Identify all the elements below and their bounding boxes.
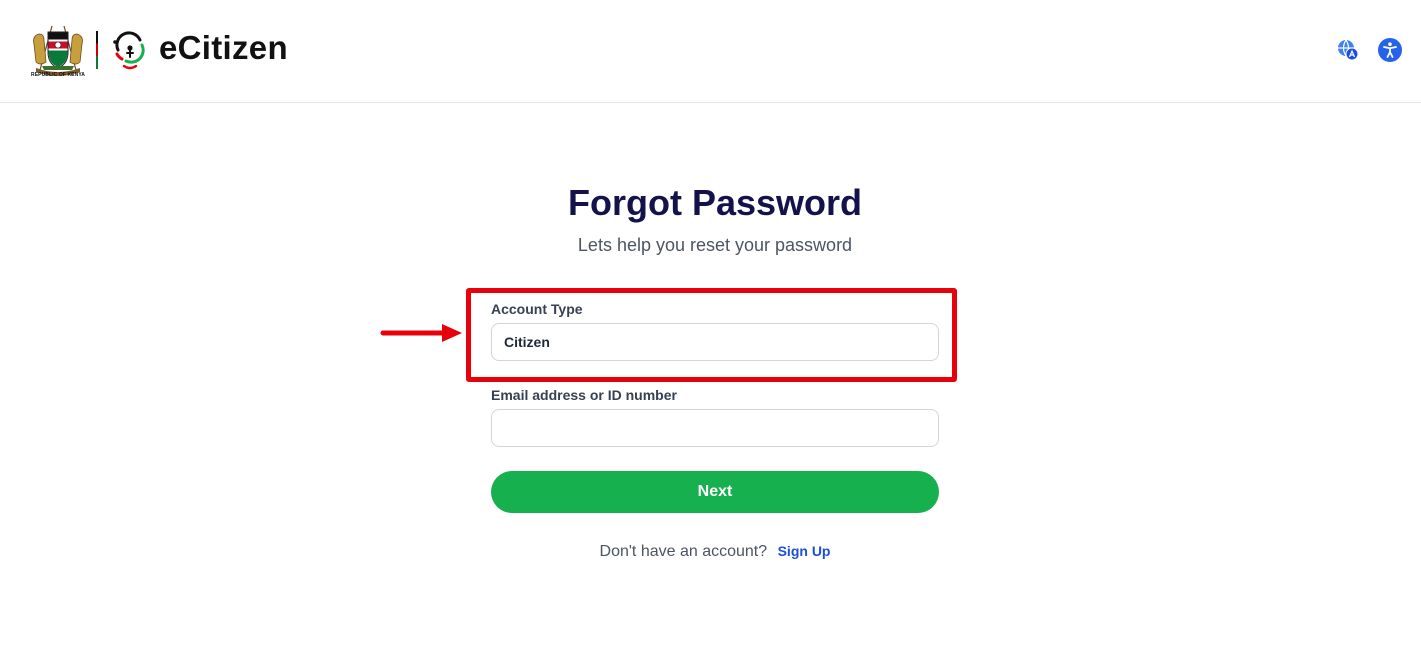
- page-subtitle: Lets help you reset your password: [577, 235, 853, 255]
- account-type-value: Citizen: [504, 334, 550, 350]
- brand-name: eCitizen: [159, 29, 288, 66]
- account-type-label: Account Type: [491, 301, 583, 317]
- email-field-label: Email address or ID number: [491, 387, 677, 403]
- signup-prompt-text: Don't have an account?: [599, 543, 768, 560]
- translate-icon[interactable]: [1336, 38, 1360, 62]
- page-title: Forgot Password: [567, 182, 863, 223]
- ecitizen-logo-icon: [113, 31, 145, 70]
- coat-of-arms-caption: REPUBLIC OF KENYA: [30, 72, 86, 78]
- next-button[interactable]: Next: [491, 471, 939, 513]
- account-type-select[interactable]: Citizen: [491, 323, 939, 361]
- brand-divider: [96, 31, 98, 69]
- annotation-arrow-icon: [380, 324, 462, 342]
- sign-up-link[interactable]: Sign Up: [778, 543, 831, 559]
- signup-prompt-row: Don't have an account? Sign Up: [0, 540, 1421, 563]
- site-header: REPUBLIC OF KENYA eCitizen: [0, 0, 1421, 103]
- email-or-id-input[interactable]: [491, 409, 939, 447]
- accessibility-icon[interactable]: [1378, 38, 1402, 62]
